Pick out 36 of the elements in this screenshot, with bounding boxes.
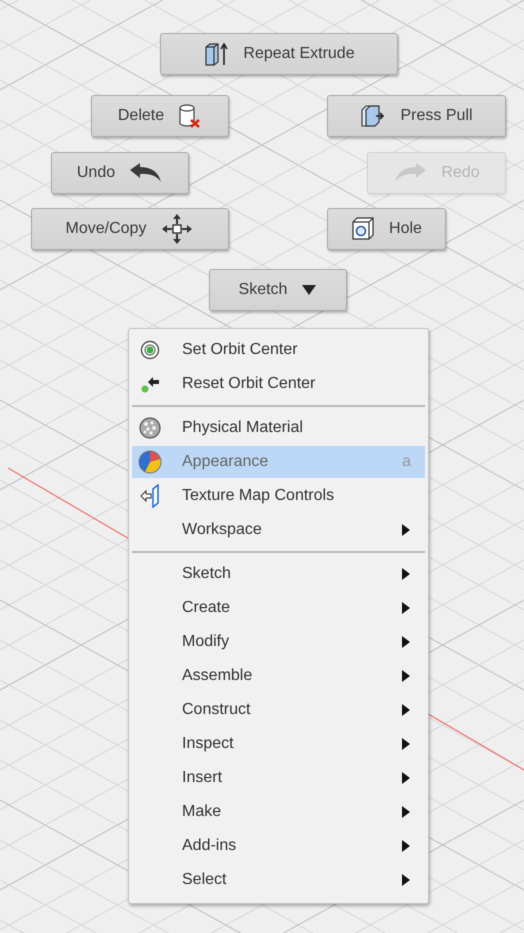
command-button[interactable]: Delete <box>91 95 229 137</box>
menu-item[interactable]: Insert <box>132 761 425 795</box>
menu-item[interactable]: Add-ins <box>132 829 425 863</box>
menu-item[interactable]: Assemble <box>132 659 425 693</box>
menu-item[interactable]: Inspect <box>132 727 425 761</box>
command-button[interactable]: Hole <box>327 208 446 250</box>
menu-item[interactable]: Physical Material <box>132 411 425 445</box>
sketch-dropdown[interactable]: Sketch <box>209 269 347 311</box>
press-pull-icon <box>360 103 386 129</box>
command-button[interactable]: Repeat Extrude <box>160 33 398 75</box>
menu-item[interactable]: Construct <box>132 693 425 727</box>
menu-item[interactable]: Create <box>132 591 425 625</box>
menu-item[interactable]: Reset Orbit Center <box>132 367 425 401</box>
menu-item[interactable]: Texture Map Controls <box>132 479 425 513</box>
command-button[interactable]: Undo <box>51 152 189 194</box>
undo-arrow-icon <box>129 162 164 184</box>
texture-map-icon <box>140 484 160 508</box>
material-sphere-icon <box>139 417 161 439</box>
command-button[interactable]: Press Pull <box>327 95 506 137</box>
cylinder-delete-icon <box>178 103 202 129</box>
hole-cube-icon <box>351 216 376 242</box>
appearance-sphere-icon <box>138 450 162 474</box>
caret-icon <box>301 284 318 296</box>
menu-item[interactable]: Select <box>132 863 425 897</box>
menu-item[interactable]: Set Orbit Center <box>132 333 425 367</box>
redo-arrow-icon <box>393 162 428 184</box>
shortcut-key: a <box>402 453 411 471</box>
menu-item[interactable]: Workspace <box>132 513 425 547</box>
menu-item[interactable]: Sketch <box>132 557 425 591</box>
menu-item[interactable]: Appearance a <box>132 446 425 478</box>
move-arrows-icon <box>160 212 194 246</box>
command-button[interactable]: Move/Copy <box>31 208 229 250</box>
orbit-target-icon <box>140 340 160 360</box>
menu-item[interactable]: Make <box>132 795 425 829</box>
extrude-icon <box>203 41 230 67</box>
menu-item[interactable]: Modify <box>132 625 425 659</box>
